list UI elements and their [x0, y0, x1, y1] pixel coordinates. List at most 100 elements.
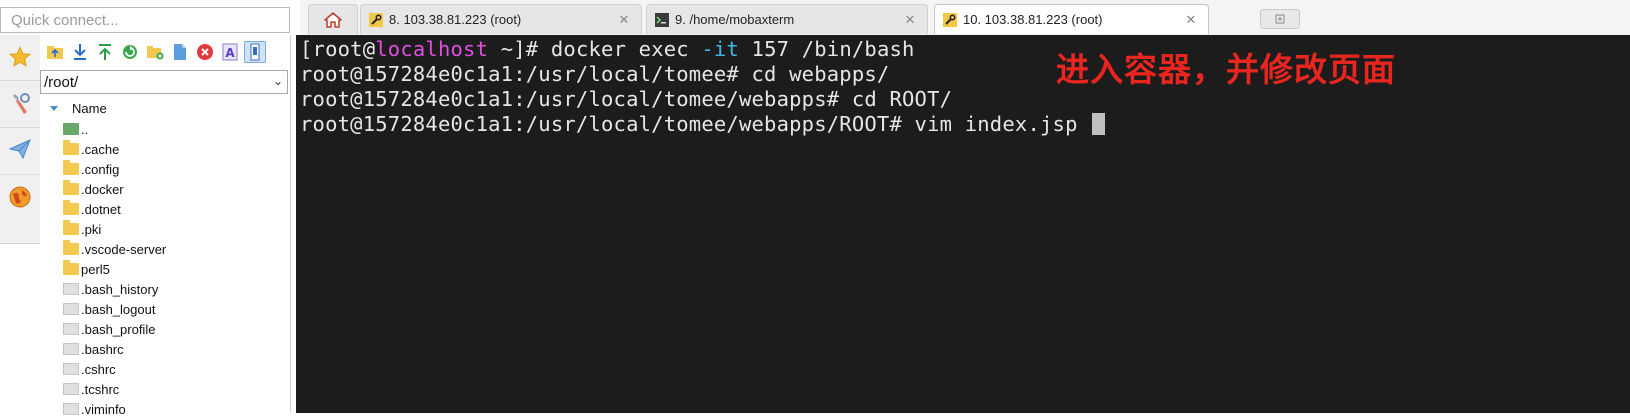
- key-icon: [943, 12, 957, 27]
- file-name: .vscode-server: [81, 241, 167, 257]
- tab-session-9[interactable]: 9. /home/mobaxterm ✕: [646, 4, 928, 34]
- new-folder-button[interactable]: [144, 41, 166, 63]
- terminal-line: [root@localhost ~]# docker exec -it 157 …: [300, 37, 915, 61]
- list-item[interactable]: perl5: [40, 259, 288, 279]
- refresh-button[interactable]: [119, 41, 141, 63]
- file-name: .cshrc: [81, 361, 116, 377]
- command-flag: -it: [701, 37, 740, 61]
- download-icon: [74, 44, 86, 60]
- terminal-line: root@157284e0c1a1:/usr/local/tomee/webap…: [300, 87, 953, 111]
- list-item[interactable]: .cache: [40, 139, 288, 159]
- terminal-icon: [655, 12, 669, 27]
- close-icon[interactable]: ✕: [1182, 12, 1200, 28]
- quick-connect-box[interactable]: [0, 7, 290, 33]
- folder-icon: [63, 200, 79, 215]
- new-file-icon: [174, 44, 186, 60]
- list-item[interactable]: .pki: [40, 219, 288, 239]
- side-rail: [0, 35, 41, 244]
- tab-session-8[interactable]: 8. 103.38.81.223 (root) ✕: [360, 4, 642, 34]
- new-file-button[interactable]: [169, 41, 191, 63]
- list-item[interactable]: .bashrc: [40, 339, 288, 359]
- delete-button[interactable]: [194, 41, 216, 63]
- command-args: 157 /bin/bash: [739, 37, 915, 61]
- file-name: perl5: [81, 261, 110, 277]
- tab-bar: 8. 103.38.81.223 (root) ✕ 9. /home/mobax…: [300, 0, 1630, 35]
- quick-connect-input[interactable]: [1, 8, 289, 32]
- folder-icon: [63, 180, 79, 195]
- macros-button[interactable]: [6, 183, 34, 211]
- terminal-line: root@157284e0c1a1:/usr/local/tomee/webap…: [300, 112, 1106, 136]
- terminal[interactable]: [root@localhost ~]# docker exec -it 157 …: [296, 35, 1630, 413]
- file-icon: [63, 383, 79, 395]
- rename-button[interactable]: A: [219, 41, 241, 63]
- sort-arrow-icon: [50, 105, 58, 111]
- chevron-down-icon[interactable]: ⌄: [273, 74, 283, 88]
- folder-up-icon: [47, 46, 63, 59]
- tab-home[interactable]: [308, 4, 358, 34]
- sessions-button[interactable]: [6, 43, 34, 71]
- file-name: .cache: [81, 141, 120, 157]
- list-item[interactable]: .vscode-server: [40, 239, 288, 259]
- tools-button[interactable]: [6, 90, 34, 118]
- list-item[interactable]: .docker: [40, 179, 288, 199]
- plus-tab-icon: [1275, 14, 1285, 24]
- sftp-panel: A /root/ ⌄ Name .. .cache .config .docke…: [40, 35, 291, 417]
- download-button[interactable]: [69, 41, 91, 63]
- sftp-button[interactable]: [6, 135, 34, 163]
- file-name: .dotnet: [81, 201, 121, 217]
- file-name: .docker: [81, 181, 124, 197]
- tab-label: 9. /home/mobaxterm: [675, 12, 795, 27]
- file-icon: [63, 403, 79, 415]
- follow-terminal-icon: [250, 43, 260, 61]
- close-icon[interactable]: ✕: [901, 12, 919, 28]
- sftp-toolbar: A: [40, 35, 290, 69]
- path-value: /root/: [44, 73, 79, 91]
- path-select[interactable]: /root/ ⌄: [40, 70, 288, 94]
- file-name: .bash_profile: [81, 321, 156, 337]
- terminal-line: root@157284e0c1a1:/usr/local/tomee# cd w…: [300, 62, 890, 86]
- folder-icon: [63, 140, 79, 155]
- tools-icon: [13, 93, 30, 114]
- follow-terminal-toggle[interactable]: [244, 41, 266, 63]
- prompt-prefix: [root@: [300, 37, 376, 61]
- tab-label: 8. 103.38.81.223 (root): [389, 12, 522, 27]
- list-item[interactable]: .cshrc: [40, 359, 288, 379]
- list-item[interactable]: .bash_history: [40, 279, 288, 299]
- list-item[interactable]: .bash_logout: [40, 299, 288, 319]
- tab-label: 10. 103.38.81.223 (root): [963, 12, 1103, 27]
- key-icon: [369, 12, 383, 27]
- up-folder-icon: [63, 123, 79, 135]
- file-name: .bashrc: [81, 341, 124, 357]
- tab-session-10[interactable]: 10. 103.38.81.223 (root) ✕: [934, 4, 1209, 34]
- upload-icon: [99, 44, 111, 60]
- delete-icon: [197, 44, 213, 60]
- paper-plane-icon: [9, 139, 31, 159]
- close-icon[interactable]: ✕: [615, 12, 633, 28]
- folder-icon: [63, 240, 79, 255]
- prompt-host: localhost: [375, 37, 489, 61]
- file-icon: [63, 283, 79, 295]
- folder-icon: [63, 220, 79, 235]
- list-item[interactable]: .dotnet: [40, 199, 288, 219]
- file-name: ..: [81, 121, 89, 137]
- rename-icon: A: [222, 43, 238, 61]
- upload-button[interactable]: [94, 41, 116, 63]
- new-tab-button[interactable]: [1260, 9, 1300, 29]
- globe-icon: [9, 186, 31, 208]
- star-icon: [9, 46, 31, 67]
- file-icon: [63, 323, 79, 335]
- list-item[interactable]: .tcshrc: [40, 379, 288, 399]
- home-icon: [324, 11, 342, 28]
- list-item[interactable]: ..: [40, 119, 288, 139]
- file-name: .bash_history: [81, 281, 159, 297]
- command-text: ~]# docker exec: [488, 37, 702, 61]
- annotation-text: 进入容器，并修改页面: [1056, 50, 1396, 89]
- list-item[interactable]: .viminfo: [40, 399, 288, 419]
- list-item[interactable]: .config: [40, 159, 288, 179]
- new-folder-icon: [147, 46, 164, 60]
- name-column-header[interactable]: Name: [40, 97, 288, 119]
- parent-dir-button[interactable]: [44, 41, 66, 63]
- command-text: root@157284e0c1a1:/usr/local/tomee/webap…: [300, 112, 1091, 136]
- file-icon: [63, 363, 79, 375]
- list-item[interactable]: .bash_profile: [40, 319, 288, 339]
